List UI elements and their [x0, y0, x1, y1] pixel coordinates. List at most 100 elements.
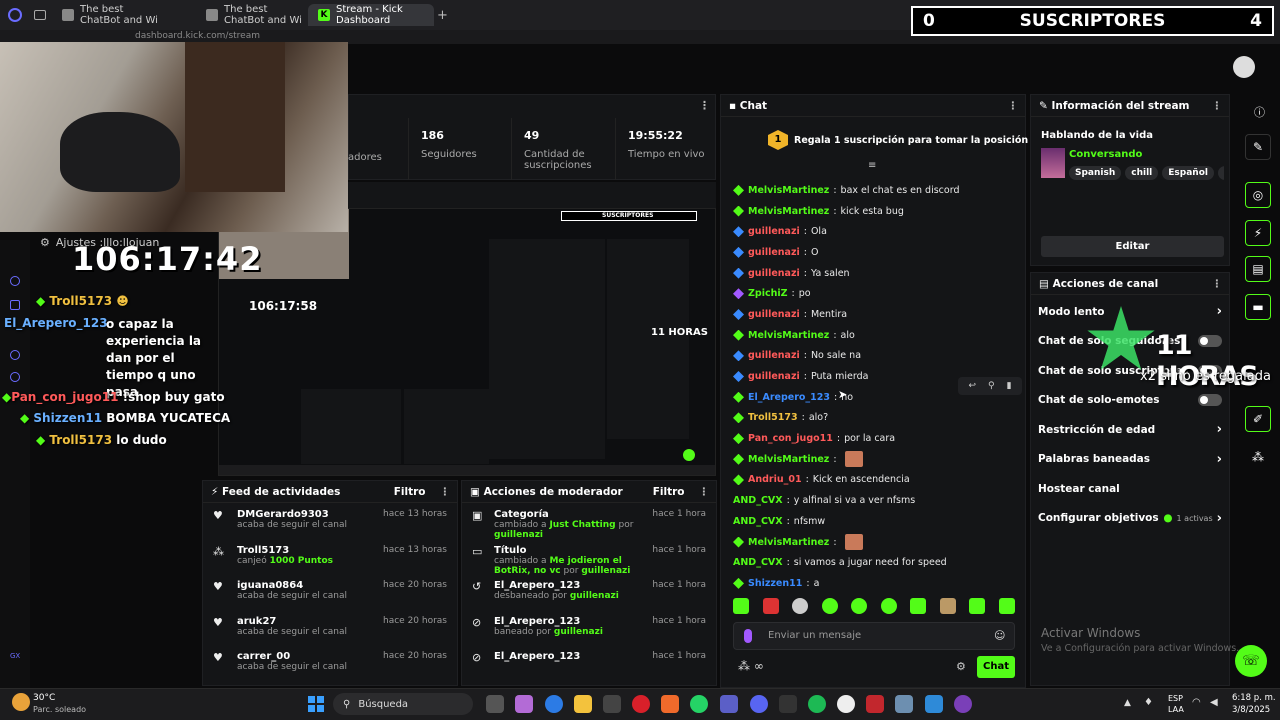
- chat-message[interactable]: MelvisMartinez:: [733, 532, 1023, 553]
- clock-time[interactable]: 6:18 p. m.: [1232, 693, 1276, 703]
- tab-kick-dashboard[interactable]: K Stream - Kick Dashboard: [308, 4, 434, 26]
- chat-message[interactable]: guillenazi: No sale na: [733, 346, 1023, 367]
- pinned-message[interactable]: Regala 1 suscripción para tomar la posic…: [794, 135, 1038, 146]
- activity-menu-icon[interactable]: ⋮: [440, 486, 450, 498]
- edit-button[interactable]: Editar: [1041, 236, 1224, 257]
- chat-username[interactable]: MelvisMartinez: [748, 185, 829, 196]
- chat-message[interactable]: guillenazi: Ya salen: [733, 263, 1023, 284]
- activity-item[interactable]: ⁂ Troll5173 canjeó 1000 Puntos hace 13 h…: [213, 541, 447, 577]
- chat-username[interactable]: MelvisMartinez: [748, 330, 829, 341]
- chat-sidebar-icon[interactable]: ▬: [1245, 294, 1271, 320]
- store-icon[interactable]: [603, 695, 621, 713]
- stream-preview[interactable]: SUSCRIPTORES 106:17:58 11 HORAS: [218, 208, 716, 476]
- emoji-picker-icon[interactable]: ☺: [994, 629, 1005, 642]
- chat-message[interactable]: AND_CVX: nfsmw: [733, 511, 1023, 532]
- chat-username[interactable]: guillenazi: [748, 371, 800, 382]
- chat-message[interactable]: guillenazi: Ola: [733, 221, 1023, 242]
- workspace-icon[interactable]: [34, 10, 46, 20]
- chat-message[interactable]: Andriu_01: Kick en ascendencia: [733, 470, 1023, 491]
- brave-icon[interactable]: [661, 695, 679, 713]
- chat-message[interactable]: Troll5173: alo?: [733, 408, 1023, 429]
- edge-icon[interactable]: [545, 695, 563, 713]
- moderator-menu-icon[interactable]: ⋮: [699, 486, 709, 498]
- info-icon[interactable]: ⓘ: [1254, 104, 1265, 120]
- pin-icon[interactable]: ⚲: [988, 381, 995, 391]
- photos-icon[interactable]: [925, 695, 943, 713]
- chat-menu-icon[interactable]: ⋮: [1008, 100, 1018, 112]
- chat-username[interactable]: Andriu_01: [748, 474, 802, 485]
- emote-icon[interactable]: [910, 598, 927, 614]
- moderator-item[interactable]: ⊘ El_Arepero_123 hace 1 hora: [472, 647, 706, 683]
- activity-item[interactable]: ♥ iguana0864 acaba de seguir el canal ha…: [213, 576, 447, 612]
- category-link[interactable]: Conversando: [1069, 149, 1142, 160]
- clipboard-sidebar-icon[interactable]: ▤: [1245, 256, 1271, 282]
- toggle-switch[interactable]: [1198, 394, 1222, 407]
- volume-icon[interactable]: ◀: [1210, 697, 1218, 708]
- chat-username[interactable]: AND_CVX: [733, 495, 783, 506]
- chat-username[interactable]: MelvisMartinez: [748, 537, 829, 548]
- emote-icon[interactable]: [998, 598, 1015, 614]
- points-icon[interactable]: ⁂ ∞: [738, 659, 764, 673]
- moderator-item[interactable]: ↺ El_Arepero_123 desbaneado por guillena…: [472, 576, 706, 612]
- explorer-icon[interactable]: [574, 695, 592, 713]
- stream-info-menu-icon[interactable]: ⋮: [1212, 100, 1222, 112]
- twitch-icon[interactable]: [954, 695, 972, 713]
- activity-item[interactable]: ♥ DMGerardo9303 acaba de seguir el canal…: [213, 505, 447, 541]
- chat-username[interactable]: Shizzen11: [748, 578, 802, 589]
- chat-message[interactable]: Pan_con_jugo11: por la cara: [733, 428, 1023, 449]
- chat-message[interactable]: guillenazi: O: [733, 242, 1023, 263]
- chat-username[interactable]: MelvisMartinez: [748, 206, 829, 217]
- activity-filter-button[interactable]: Filtro: [394, 486, 426, 498]
- chat-message[interactable]: AND_CVX: si vamos a jugar need for speed: [733, 552, 1023, 573]
- chat-username[interactable]: Pan_con_jugo11: [748, 433, 833, 444]
- activity-item[interactable]: ♥ carrer_00 acaba de seguir el canal hac…: [213, 647, 447, 683]
- channel-action-row[interactable]: Configurar objetivos ● 1 activas ›: [1038, 504, 1222, 534]
- chat-input[interactable]: Enviar un mensaje ☺: [733, 622, 1015, 650]
- chat-message[interactable]: MelvisMartinez:: [733, 449, 1023, 470]
- emote-icon[interactable]: [939, 598, 956, 614]
- channel-action-row[interactable]: Restricción de edad ›: [1038, 415, 1222, 445]
- windows-start-icon[interactable]: [308, 696, 324, 712]
- tab-chatbot-1[interactable]: The best ChatBot and Wi: [52, 4, 170, 26]
- teams-icon[interactable]: [720, 695, 738, 713]
- collapse-icon[interactable]: ≡: [868, 160, 876, 171]
- moderator-item[interactable]: ▭ Título cambiado a Me jodieron el BotRi…: [472, 541, 706, 577]
- chat-username[interactable]: AND_CVX: [733, 557, 783, 568]
- emote-icon[interactable]: [762, 598, 779, 614]
- chat-username[interactable]: guillenazi: [748, 268, 800, 279]
- tray-chevron-icon[interactable]: ▲: [1124, 698, 1131, 708]
- channel-action-row[interactable]: Palabras baneadas ›: [1038, 445, 1222, 475]
- chat-message[interactable]: MelvisMartinez: kick esta bug: [733, 201, 1023, 222]
- chat-username[interactable]: ZpichiZ: [748, 288, 787, 299]
- taskview-icon[interactable]: [486, 695, 504, 713]
- stats-menu-icon[interactable]: ⋮: [699, 99, 710, 112]
- chat-message[interactable]: ZpichiZ: po: [733, 283, 1023, 304]
- send-chat-button[interactable]: Chat: [977, 656, 1015, 678]
- emote-icon[interactable]: [821, 598, 838, 614]
- tf-icon[interactable]: [866, 695, 884, 713]
- chat-username[interactable]: AND_CVX: [733, 516, 783, 527]
- support-button[interactable]: ☏: [1235, 645, 1267, 677]
- emote-icon[interactable]: [792, 598, 809, 614]
- settings-taskbar-icon[interactable]: [895, 695, 913, 713]
- rail-icon[interactable]: [10, 300, 20, 310]
- chat-message[interactable]: Shizzen11: a: [733, 573, 1023, 594]
- rail-icon[interactable]: [10, 350, 20, 360]
- weather-icon[interactable]: [12, 693, 30, 711]
- moderator-filter-button[interactable]: Filtro: [653, 486, 685, 498]
- taskbar-search[interactable]: ⚲ Búsqueda: [333, 693, 473, 715]
- whatsapp-icon[interactable]: [690, 695, 708, 713]
- chat-message[interactable]: MelvisMartinez: bax el chat es en discord: [733, 180, 1023, 201]
- discord-icon[interactable]: [750, 695, 768, 713]
- bolt-sidebar-icon[interactable]: ⚡: [1245, 220, 1271, 246]
- channel-action-row[interactable]: Modo lento ›: [1038, 297, 1222, 327]
- chat-username[interactable]: MelvisMartinez: [748, 454, 829, 465]
- emote-icon[interactable]: [851, 598, 868, 614]
- rail-icon[interactable]: [10, 276, 20, 286]
- delete-icon[interactable]: ▮: [1007, 381, 1012, 391]
- chat-username[interactable]: guillenazi: [748, 309, 800, 320]
- moderator-item[interactable]: ▣ Categoría cambiado a Just Chatting por…: [472, 505, 706, 541]
- reply-icon[interactable]: ↩: [968, 381, 976, 391]
- settings-icon[interactable]: [10, 372, 20, 382]
- emote-icon[interactable]: [880, 598, 897, 614]
